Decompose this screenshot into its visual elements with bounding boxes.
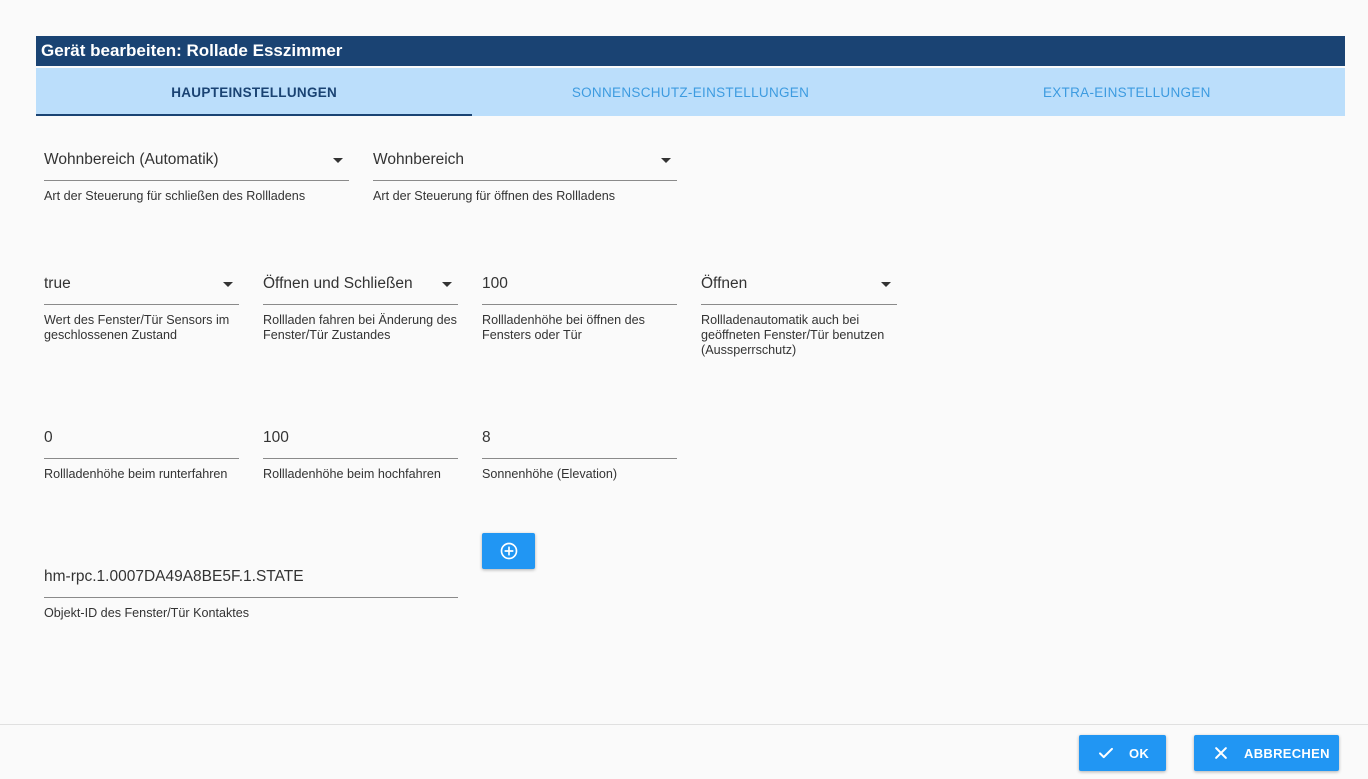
open-mode-value: Wohnbereich [373,151,465,168]
plus-circle-icon [500,542,517,560]
tab-extra-einstellungen[interactable]: EXTRA-EINSTELLUNGEN [909,68,1345,116]
close-mode-select[interactable]: Wohnbereich (Automatik) [44,147,349,181]
open-mode-field: Wohnbereich Art der Steuerung für öffnen… [373,147,677,204]
dropdown-arrow-icon [223,282,233,287]
down-height-value: 0 [44,429,53,446]
object-id-value: hm-rpc.1.0007DA49A8BE5F.1.STATE [44,568,304,585]
sensor-value-value: true [44,275,71,292]
cancel-button-label: ABBRECHEN [1244,745,1330,761]
dropdown-arrow-icon [881,282,891,287]
footer-divider [0,724,1368,725]
down-height-field: 0 Rollladenhöhe beim runterfahren [44,425,239,482]
drive-on-change-value: Öffnen und Schließen [263,275,413,292]
up-height-value: 100 [263,429,289,446]
lockout-value: Öffnen [701,275,748,292]
lockout-field: Öffnen Rollladenautomatik auch bei geöff… [701,271,897,358]
tab-bar: HAUPTEINSTELLUNGEN SONNENSCHUTZ-EINSTELL… [36,68,1345,116]
cancel-button[interactable]: ABBRECHEN [1194,735,1339,771]
up-height-input[interactable]: 100 [263,425,458,459]
object-id-input[interactable]: hm-rpc.1.0007DA49A8BE5F.1.STATE [44,564,458,598]
open-height-input[interactable]: 100 [482,271,677,305]
object-id-help: Objekt-ID des Fenster/Tür Kontaktes [44,606,250,620]
ok-button[interactable]: OK [1079,735,1166,771]
tab-haupteinstellungen[interactable]: HAUPTEINSTELLUNGEN [36,68,473,116]
drive-on-change-help: Rollladen fahren bei Änderung des Fenste… [263,313,457,342]
dropdown-arrow-icon [333,158,343,163]
sensor-value-help: Wert des Fenster/Tür Sensors im geschlos… [44,313,230,342]
up-height-field: 100 Rollladenhöhe beim hochfahren [263,425,458,482]
add-button[interactable] [482,533,535,569]
object-id-field: hm-rpc.1.0007DA49A8BE5F.1.STATE Objekt-I… [44,564,458,621]
lockout-help: Rollladenautomatik auch bei geöffneten F… [701,313,885,357]
check-icon [1097,744,1115,762]
lockout-select[interactable]: Öffnen [701,271,897,305]
down-height-input[interactable]: 0 [44,425,239,459]
drive-on-change-field: Öffnen und Schließen Rollladen fahren be… [263,271,458,343]
down-height-help: Rollladenhöhe beim runterfahren [44,467,228,481]
close-mode-field: Wohnbereich (Automatik) Art der Steuerun… [44,147,349,204]
close-icon [1212,744,1230,762]
close-mode-help: Art der Steuerung für schließen des Roll… [44,189,306,203]
open-mode-select[interactable]: Wohnbereich [373,147,677,181]
dropdown-arrow-icon [661,158,671,163]
elevation-help: Sonnenhöhe (Elevation) [482,467,618,481]
up-height-help: Rollladenhöhe beim hochfahren [263,467,441,481]
elevation-value: 8 [482,429,491,446]
ok-button-label: OK [1129,745,1150,761]
open-height-value: 100 [482,275,508,292]
open-height-help: Rollladenhöhe bei öffnen des Fensters od… [482,313,645,342]
elevation-input[interactable]: 8 [482,425,677,459]
open-mode-help: Art der Steuerung für öffnen des Rolllad… [373,189,615,203]
dialog-title: Gerät bearbeiten: Rollade Esszimmer [36,36,1345,66]
elevation-field: 8 Sonnenhöhe (Elevation) [482,425,677,482]
dropdown-arrow-icon [442,282,452,287]
sensor-value-select[interactable]: true [44,271,239,305]
drive-on-change-select[interactable]: Öffnen und Schließen [263,271,458,305]
close-mode-value: Wohnbereich (Automatik) [44,151,219,168]
tab-sonnenschutz-einstellungen[interactable]: SONNENSCHUTZ-EINSTELLUNGEN [472,68,908,116]
open-height-field: 100 Rollladenhöhe bei öffnen des Fenster… [482,271,677,343]
sensor-value-field: true Wert des Fenster/Tür Sensors im ges… [44,271,239,343]
